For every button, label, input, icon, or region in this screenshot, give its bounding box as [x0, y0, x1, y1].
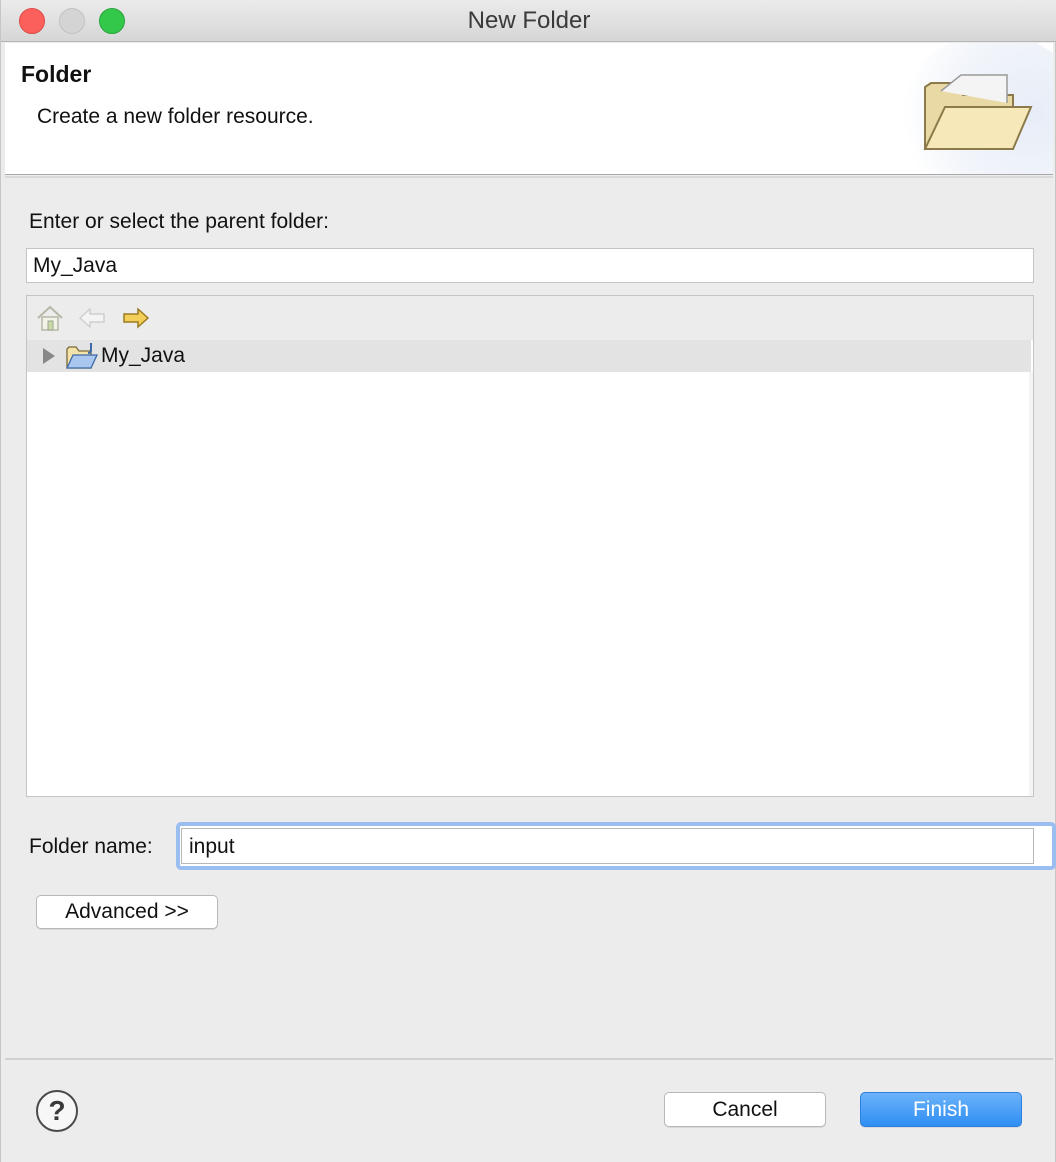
- folder-tree[interactable]: My_Java: [26, 295, 1034, 797]
- finish-button[interactable]: Finish: [860, 1092, 1022, 1127]
- forward-arrow-icon[interactable]: [121, 304, 151, 332]
- folder-name-input[interactable]: input: [181, 828, 1034, 864]
- cancel-button[interactable]: Cancel: [664, 1092, 826, 1127]
- new-folder-dialog: New Folder Folder Create a new folder re…: [0, 0, 1056, 1162]
- wizard-banner: Folder Create a new folder resource.: [5, 43, 1053, 175]
- folder-name-label: Folder name:: [29, 835, 153, 858]
- window-title: New Folder: [467, 7, 591, 34]
- advanced-button[interactable]: Advanced >>: [36, 895, 218, 929]
- home-icon[interactable]: [35, 304, 65, 332]
- java-project-folder-icon: [65, 343, 99, 369]
- title-bar[interactable]: New Folder: [1, 0, 1056, 42]
- parent-folder-input[interactable]: My_Java: [26, 248, 1034, 283]
- banner-description: Create a new folder resource.: [37, 105, 314, 128]
- banner-separator: [5, 176, 1053, 178]
- parent-folder-label: Enter or select the parent folder:: [29, 210, 329, 233]
- tree-scrollbar[interactable]: [1029, 372, 1033, 796]
- tree-item-my-java[interactable]: My_Java: [27, 340, 1031, 372]
- tree-item-label: My_Java: [101, 344, 186, 367]
- banner-title: Folder: [21, 61, 92, 87]
- footer-separator: [5, 1058, 1053, 1060]
- back-arrow-icon[interactable]: [77, 304, 107, 332]
- help-button[interactable]: ?: [36, 1090, 78, 1132]
- open-folder-icon: [923, 74, 1033, 150]
- tree-toolbar: [27, 296, 1033, 340]
- expand-arrow-icon[interactable]: [43, 348, 55, 364]
